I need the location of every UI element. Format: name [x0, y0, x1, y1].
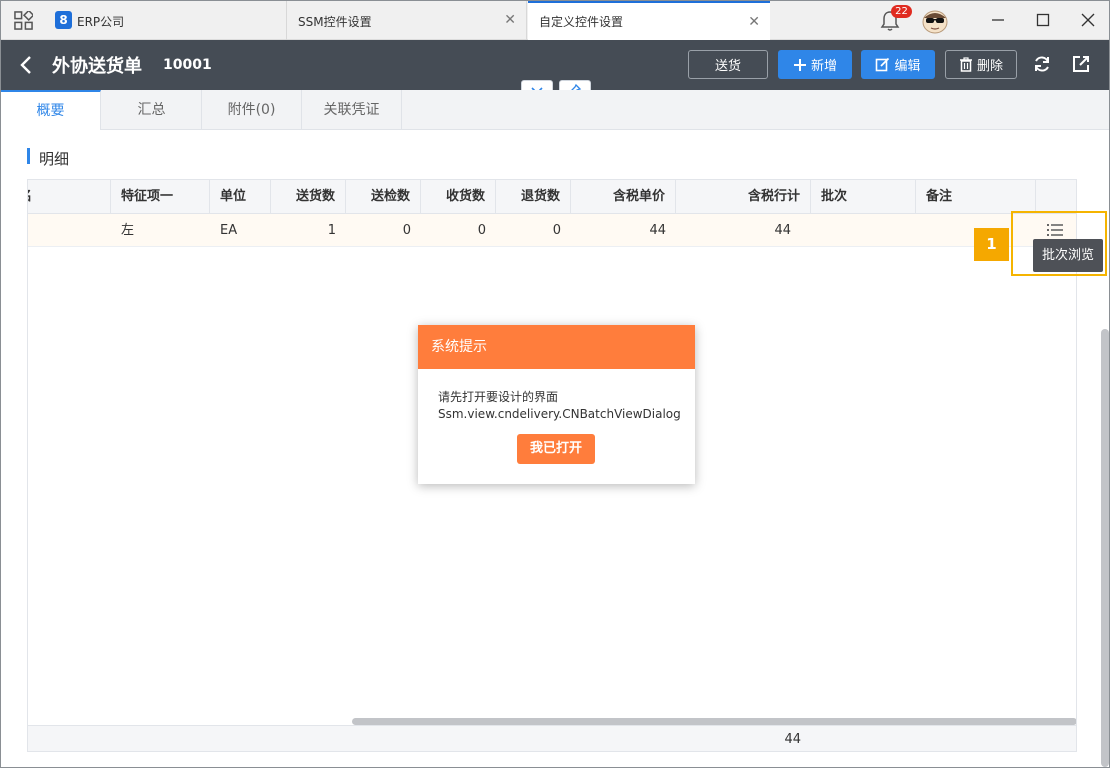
page-title: 外协送货单 [52, 56, 142, 77]
add-button[interactable]: 新增 [778, 50, 852, 79]
cell-tax-line-total: 44 [774, 223, 791, 238]
apps-grid-icon[interactable] [14, 11, 33, 30]
erp-logo-icon: 8 [55, 11, 72, 29]
tab-label: ERP公司 [77, 15, 125, 29]
column-header-inspection-qty[interactable]: 送检数 [346, 180, 421, 214]
tab-ssm-control-settings[interactable]: SSM控件设置 ✕ [288, 1, 527, 40]
dialog-title: 系统提示 [418, 325, 695, 369]
column-header-tax-price[interactable]: 含税单价 [571, 180, 676, 214]
minimize-icon[interactable] [990, 12, 1006, 28]
cell-returned-qty: 0 [552, 223, 561, 238]
document-number: 10001 [163, 57, 212, 73]
edit-button-label: 编辑 [894, 59, 921, 74]
page-header: 外协送货单 10001 送货 新增 编辑 删除 [1, 40, 1109, 90]
cell-feature1: 左 [121, 223, 135, 238]
back-icon[interactable] [19, 55, 33, 75]
send-button[interactable]: 送货 [688, 50, 768, 79]
edit-icon [876, 57, 890, 72]
maximize-icon[interactable] [1035, 12, 1051, 28]
trash-icon [959, 57, 972, 72]
dialog-message-line2: Ssm.view.cndelivery.CNBatchViewDialog [438, 407, 681, 421]
column-header-feature1[interactable]: 特征项一 [111, 180, 210, 214]
add-button-label: 新增 [810, 59, 837, 74]
cell-unit: EA [220, 223, 238, 238]
tab-close-icon[interactable]: ✕ [748, 14, 760, 30]
window-tab-bar: 8 ERP公司 SSM控件设置 ✕ 自定义控件设置 ✕ 22 [1, 1, 1109, 40]
tab-attachments[interactable]: 附件(0) [202, 90, 302, 130]
delete-button[interactable]: 删除 [945, 50, 1017, 79]
edit-button[interactable]: 编辑 [861, 50, 935, 79]
notification-badge: 22 [891, 5, 912, 18]
tab-erp-company[interactable]: 8 ERP公司 [41, 1, 287, 40]
list-icon[interactable] [1046, 222, 1064, 238]
tab-label: SSM控件设置 [298, 15, 372, 29]
tab-custom-control-settings[interactable]: 自定义控件设置 ✕ [528, 1, 770, 40]
detail-tabs: 概要 汇总 附件(0) 关联凭证 [1, 90, 1109, 130]
column-header-received-qty[interactable]: 收货数 [421, 180, 496, 214]
export-icon[interactable] [1071, 54, 1091, 74]
section-marker [27, 148, 30, 164]
send-button-label: 送货 [714, 59, 741, 74]
tab-related-vouchers[interactable]: 关联凭证 [302, 90, 402, 130]
column-header-remark[interactable]: 备注 [916, 180, 1036, 214]
batch-browse-tooltip: 批次浏览 [1033, 239, 1103, 272]
horizontal-scrollbar[interactable] [352, 718, 1076, 725]
grid-header: 名 特征项一 单位 送货数 送检数 收货数 退货数 含税单价 含税行计 批次 备… [28, 180, 1076, 214]
section-title: 明细 [39, 150, 70, 168]
table-row[interactable]: 左 EA 1 0 0 0 44 44 [28, 214, 1076, 247]
tab-summary[interactable]: 汇总 [102, 90, 202, 130]
vertical-scrollbar[interactable] [1101, 329, 1109, 767]
column-header-tax-line-total[interactable]: 含税行计 [676, 180, 811, 214]
step-marker: 1 [974, 228, 1009, 261]
column-header-delivery-qty[interactable]: 送货数 [271, 180, 346, 214]
cell-tax-price: 44 [649, 223, 666, 238]
avatar[interactable] [921, 8, 949, 34]
column-header-batch[interactable]: 批次 [811, 180, 916, 214]
grid-footer-summary: 44 [28, 725, 1076, 751]
delete-button-label: 删除 [976, 59, 1003, 74]
column-header-name[interactable]: 名 [28, 180, 111, 214]
tab-overview[interactable]: 概要 [1, 90, 101, 130]
confirm-opened-button[interactable]: 我已打开 [517, 434, 595, 464]
dialog-message-line1: 请先打开要设计的界面 [438, 390, 559, 404]
dialog-message: 请先打开要设计的界面 Ssm.view.cndelivery.CNBatchVi… [438, 389, 681, 423]
tab-close-icon[interactable]: ✕ [504, 12, 516, 28]
cell-inspection-qty: 0 [402, 223, 411, 238]
refresh-icon[interactable] [1032, 54, 1052, 74]
footer-sum-tax-line-total: 44 [784, 732, 801, 747]
tab-label: 自定义控件设置 [539, 15, 624, 29]
cell-delivery-qty: 1 [327, 223, 336, 238]
column-header-unit[interactable]: 单位 [210, 180, 271, 214]
plus-icon [793, 58, 806, 71]
close-icon[interactable] [1080, 12, 1096, 28]
cell-received-qty: 0 [477, 223, 486, 238]
column-header-returned-qty[interactable]: 退货数 [496, 180, 571, 214]
system-prompt-dialog: 系统提示 请先打开要设计的界面 Ssm.view.cndelivery.CNBa… [418, 325, 695, 484]
app-window: 8 ERP公司 SSM控件设置 ✕ 自定义控件设置 ✕ 22 外协送货单 100… [0, 0, 1110, 768]
